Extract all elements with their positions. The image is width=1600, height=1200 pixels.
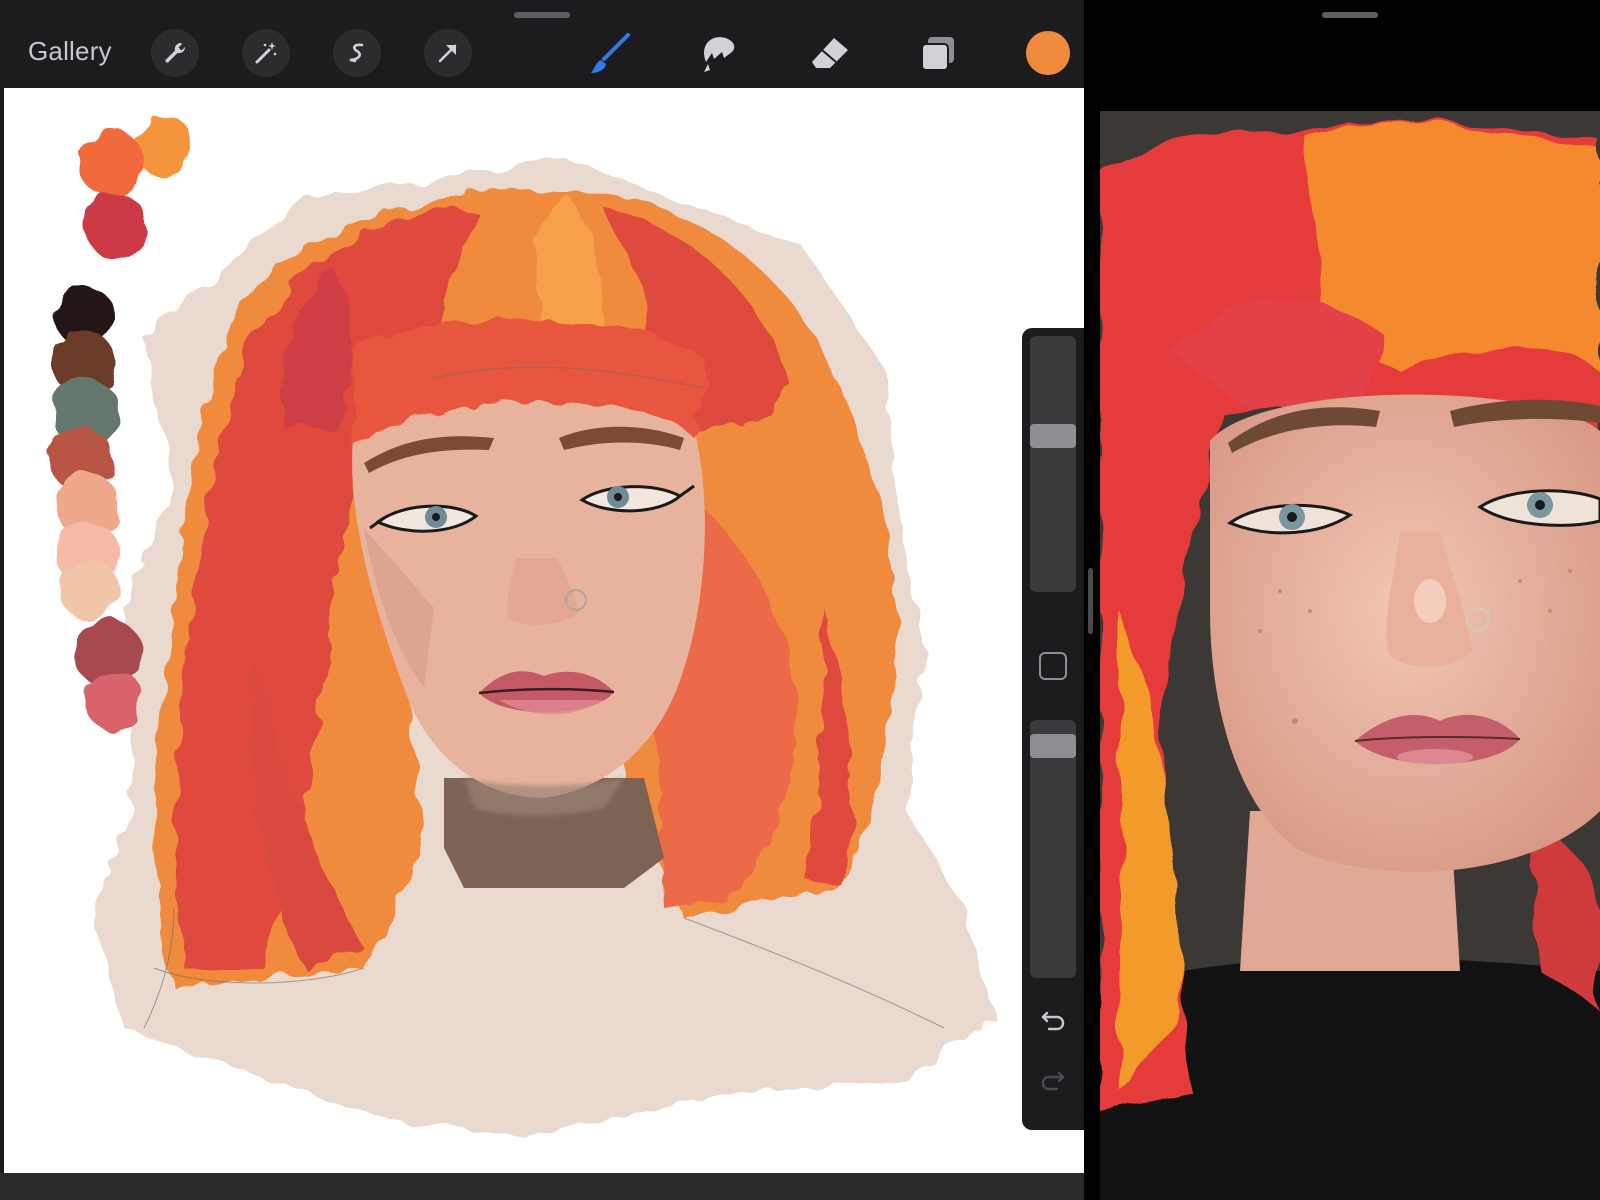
swatch: [79, 131, 145, 197]
drawing-canvas[interactable]: [4, 88, 1084, 1173]
multitask-grabber[interactable]: [514, 12, 570, 18]
artwork: [50, 116, 994, 1138]
color-picker-button[interactable]: [1026, 31, 1070, 75]
transform-button[interactable]: [424, 29, 472, 77]
selection-icon: [349, 43, 364, 63]
reference-portrait: [1100, 111, 1600, 1200]
magic-wand-icon: [255, 42, 277, 64]
smudge-tool[interactable]: [696, 30, 744, 78]
modify-button[interactable]: [1039, 652, 1067, 680]
brush-size-knob[interactable]: [1030, 424, 1076, 448]
brush-tool[interactable]: [586, 30, 634, 78]
brush-icon: [591, 33, 630, 73]
smudge-icon: [704, 37, 735, 72]
opacity-slider[interactable]: [1030, 720, 1076, 978]
adjustments-button[interactable]: [242, 29, 290, 77]
canvas-bottom-bar: [0, 1173, 1084, 1200]
multitask-grabber-right[interactable]: [1322, 12, 1378, 18]
actions-button[interactable]: [151, 29, 199, 77]
opacity-knob[interactable]: [1030, 734, 1076, 758]
gallery-button[interactable]: Gallery: [28, 36, 112, 67]
eraser-icon: [812, 38, 848, 68]
layers-icon: [921, 37, 954, 71]
brush-sidebar: [1022, 328, 1084, 1130]
reference-photo-pane: [1100, 0, 1600, 1200]
reference-photo: [1100, 111, 1600, 1200]
undo-icon[interactable]: [1037, 1003, 1069, 1035]
swatch: [84, 670, 144, 730]
swatch: [84, 194, 148, 258]
transform-arrow-icon: [438, 44, 457, 63]
procreate-app: Gallery: [0, 0, 1084, 1200]
top-toolbar: Gallery: [0, 0, 1084, 88]
brush-size-slider[interactable]: [1030, 336, 1076, 592]
selection-button[interactable]: [333, 29, 381, 77]
swatch: [58, 558, 118, 618]
layers-tool[interactable]: [914, 30, 962, 78]
eraser-tool[interactable]: [806, 30, 854, 78]
redo-icon[interactable]: [1037, 1063, 1069, 1095]
wrench-icon: [165, 42, 186, 63]
split-view-handle[interactable]: [1088, 568, 1093, 634]
